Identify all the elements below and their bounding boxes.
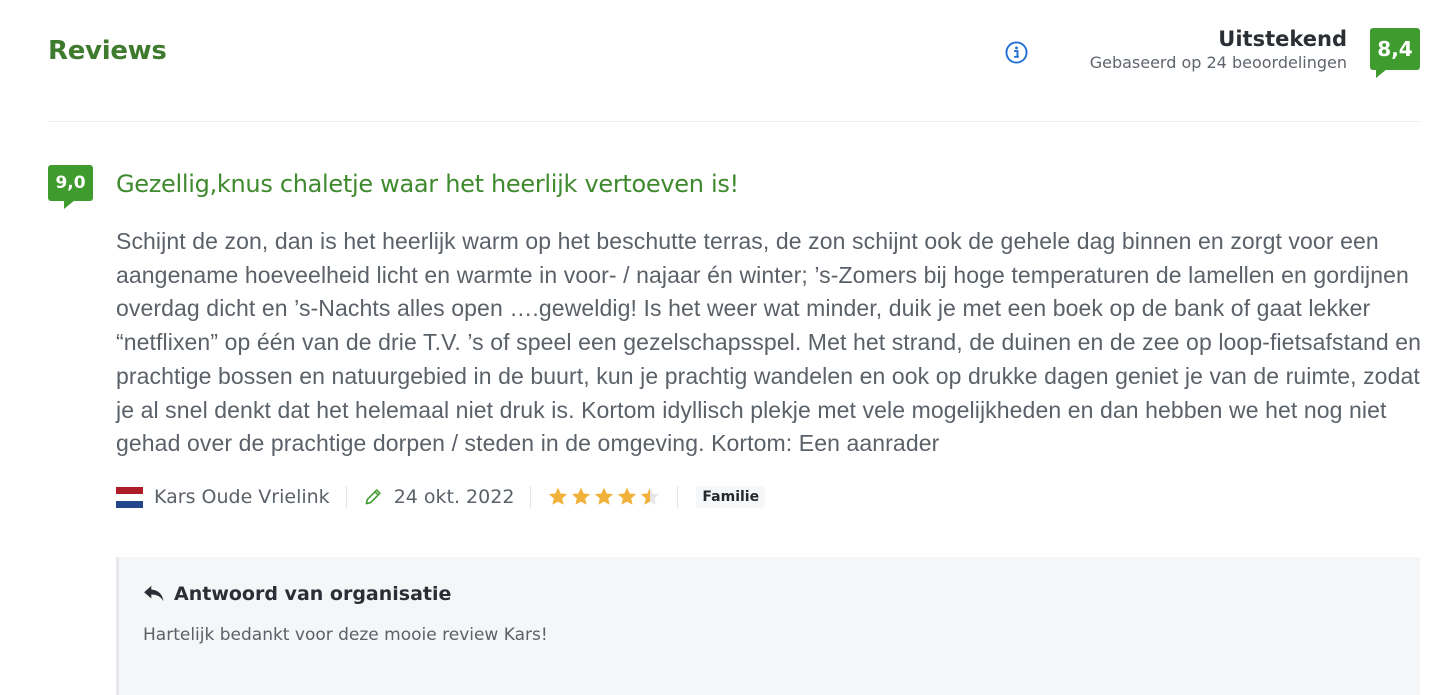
travel-type-tag: Familie (696, 486, 766, 508)
star-icon (595, 487, 614, 505)
star-rating (547, 486, 661, 508)
badge-tail (64, 200, 75, 209)
overall-rating-summary: Uitstekend Gebaseerd op 24 beoordelingen (1090, 26, 1347, 74)
pencil-icon (365, 489, 381, 505)
review-score-value: 9,0 (55, 173, 86, 193)
badge-tail (1376, 69, 1387, 78)
meta-separator (530, 486, 532, 508)
review-title: Gezellig,knus chaletje waar het heerlijk… (116, 170, 739, 198)
meta-separator (677, 486, 679, 508)
star-icon (618, 487, 637, 505)
overall-score-value: 8,4 (1377, 37, 1413, 61)
rating-subtext: Gebaseerd op 24 beoordelingen (1089, 53, 1347, 72)
review-body: Schijnt de zon, dan is het heerlijk warm… (116, 228, 1422, 457)
rating-label: Uitstekend (1218, 27, 1347, 51)
section-divider (48, 121, 1420, 122)
netherlands-flag-icon (116, 486, 143, 508)
star-icon (641, 487, 660, 505)
reply-heading-label: Antwoord van organisatie (174, 583, 452, 605)
reply-heading: Antwoord van organisatie (143, 583, 451, 605)
star-icon (572, 487, 591, 505)
reply-text: Hartelijk bedankt voor deze mooie review… (143, 625, 548, 645)
meta-separator (345, 486, 347, 508)
overall-score-badge: 8,4 (1370, 28, 1420, 78)
star-icon (549, 487, 568, 505)
review-author: Kars Oude Vrielink (154, 486, 330, 508)
info-icon[interactable] (1005, 41, 1028, 64)
reviews-header-title: Reviews (48, 36, 167, 66)
review-date: 24 okt. 2022 (393, 486, 515, 508)
review-meta: Kars Oude Vrielink 24 okt. 2022 Familie (116, 482, 766, 512)
organisation-reply: Antwoord van organisatie Hartelijk bedan… (116, 557, 1420, 695)
review-score-badge: 9,0 (48, 165, 93, 209)
reply-arrow-icon (144, 585, 164, 602)
